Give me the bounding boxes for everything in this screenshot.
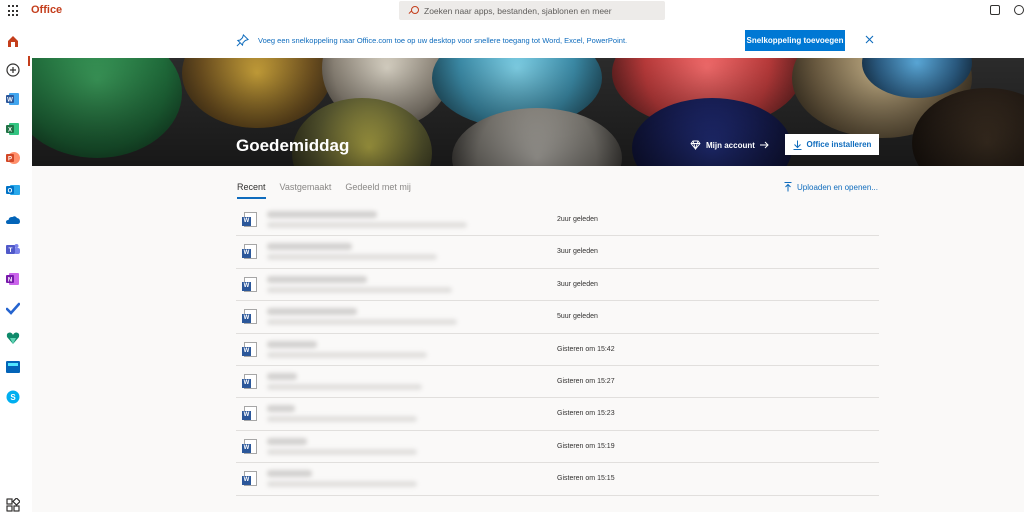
word-document-icon [242, 341, 257, 357]
onenote-icon[interactable]: N [6, 272, 20, 286]
tab-recent[interactable]: Recent [237, 182, 266, 199]
word-document-icon [242, 276, 257, 292]
search-icon [409, 6, 419, 15]
svg-text:X: X [8, 128, 12, 134]
redacted-file-path [267, 481, 417, 488]
download-icon [793, 140, 802, 150]
home-icon[interactable] [6, 34, 20, 48]
redacted-file-path [267, 416, 417, 423]
close-icon[interactable] [864, 34, 875, 45]
redacted-file-path [267, 351, 427, 358]
file-tabs: Recent Vastgemaakt Gedeeld met mij [237, 182, 411, 199]
redacted-file-name [267, 275, 367, 283]
word-document-icon [242, 309, 257, 325]
greeting-title: Goedemiddag [236, 136, 350, 155]
redacted-file-name [267, 437, 307, 445]
outlook-icon[interactable]: O [6, 183, 20, 197]
upload-icon [784, 182, 792, 192]
my-account-label: Mijn account [706, 140, 755, 150]
powerpoint-icon[interactable]: P [6, 151, 20, 165]
file-row[interactable]: 2uur geleden [236, 204, 879, 237]
upload-open-link[interactable]: Uploaden en openen... [784, 182, 878, 192]
upload-open-label: Uploaden en openen... [797, 182, 878, 192]
search-placeholder: Zoeken naar apps, bestanden, sjablonen e… [424, 5, 612, 16]
app-rail: W X P O T N S [0, 22, 32, 512]
pin-icon [236, 34, 249, 47]
search-box[interactable]: Zoeken naar apps, bestanden, sjablonen e… [399, 1, 665, 20]
tab-pinned[interactable]: Vastgemaakt [280, 182, 332, 199]
file-row[interactable]: Gisteren om 15:19 [236, 431, 879, 464]
redacted-file-path [267, 319, 457, 326]
todo-icon[interactable] [6, 302, 20, 316]
file-row[interactable]: 5uur geleden [236, 301, 879, 334]
word-document-icon [242, 471, 257, 487]
active-indicator [28, 56, 30, 66]
tab-shared[interactable]: Gedeeld met mij [345, 182, 411, 199]
redacted-file-name [267, 340, 317, 348]
file-modified-time: Gisteren om 15:19 [557, 442, 615, 450]
svg-text:P: P [8, 157, 12, 163]
word-document-icon [242, 438, 257, 454]
file-row[interactable]: Gisteren om 15:27 [236, 366, 879, 399]
file-modified-time: Gisteren om 15:15 [557, 475, 615, 483]
redacted-file-path [267, 222, 467, 228]
redacted-file-name [267, 372, 297, 380]
file-row[interactable]: 3uur geleden [236, 269, 879, 302]
settings-icon[interactable] [990, 5, 1000, 15]
file-row[interactable]: Gisteren om 15:15 [236, 463, 879, 496]
banner-message: Voeg een snelkoppeling naar Office.com t… [258, 36, 628, 45]
add-shortcut-button[interactable]: Snelkoppeling toevoegen [745, 30, 845, 51]
redacted-file-name [267, 243, 352, 251]
file-modified-time: 3uur geleden [557, 280, 598, 288]
file-row[interactable]: Gisteren om 15:42 [236, 334, 879, 366]
svg-text:S: S [10, 393, 16, 402]
word-document-icon [242, 212, 257, 227]
redacted-file-name [267, 308, 357, 316]
word-icon[interactable]: W [6, 92, 20, 106]
install-office-button[interactable]: Office installeren [785, 134, 879, 155]
svg-text:W: W [7, 98, 13, 104]
redacted-file-path [267, 286, 452, 293]
redacted-file-name [267, 405, 295, 413]
svg-text:T: T [9, 247, 13, 254]
redacted-file-path [267, 254, 437, 261]
word-document-icon [242, 244, 257, 260]
redacted-file-name [267, 211, 377, 218]
excel-icon[interactable]: X [6, 122, 20, 136]
arrow-right-icon [759, 141, 769, 149]
word-document-icon [242, 406, 257, 422]
onedrive-icon[interactable] [6, 213, 20, 227]
install-office-label: Office installeren [806, 140, 872, 149]
my-account-link[interactable]: Mijn account [690, 140, 769, 150]
office-logo-text[interactable]: Office [31, 4, 62, 16]
create-icon[interactable] [6, 63, 20, 77]
sway-icon[interactable] [6, 360, 20, 374]
svg-text:O: O [8, 189, 13, 195]
file-modified-time: Gisteren om 15:42 [557, 345, 615, 353]
diamond-icon [690, 140, 701, 150]
redacted-file-path [267, 383, 422, 390]
shortcut-banner: Voeg een snelkoppeling naar Office.com t… [32, 22, 1024, 58]
redacted-file-path [267, 448, 417, 455]
svg-text:N: N [8, 278, 12, 284]
recent-file-list: 2uur geleden 3uur geleden 3uur geleden 5… [236, 204, 879, 496]
file-modified-time: 3uur geleden [557, 248, 598, 256]
file-modified-time: 2uur geleden [557, 216, 598, 223]
file-row[interactable]: 3uur geleden [236, 236, 879, 269]
word-document-icon [242, 373, 257, 389]
file-modified-time: Gisteren om 15:27 [557, 377, 615, 385]
app-launcher-icon[interactable] [8, 5, 20, 17]
file-modified-time: Gisteren om 15:23 [557, 410, 615, 418]
skype-icon[interactable]: S [6, 390, 20, 404]
file-row[interactable]: Gisteren om 15:23 [236, 398, 879, 431]
teams-icon[interactable]: T [6, 242, 20, 256]
top-bar: Office Zoeken naar apps, bestanden, sjab… [0, 0, 1024, 22]
account-icon[interactable] [1014, 5, 1024, 15]
family-safety-icon[interactable] [6, 331, 20, 345]
all-apps-icon[interactable] [6, 498, 20, 512]
hero-banner: Goedemiddag Mijn account Office installe… [32, 58, 1024, 166]
file-modified-time: 5uur geleden [557, 313, 598, 321]
redacted-file-name [267, 470, 312, 478]
